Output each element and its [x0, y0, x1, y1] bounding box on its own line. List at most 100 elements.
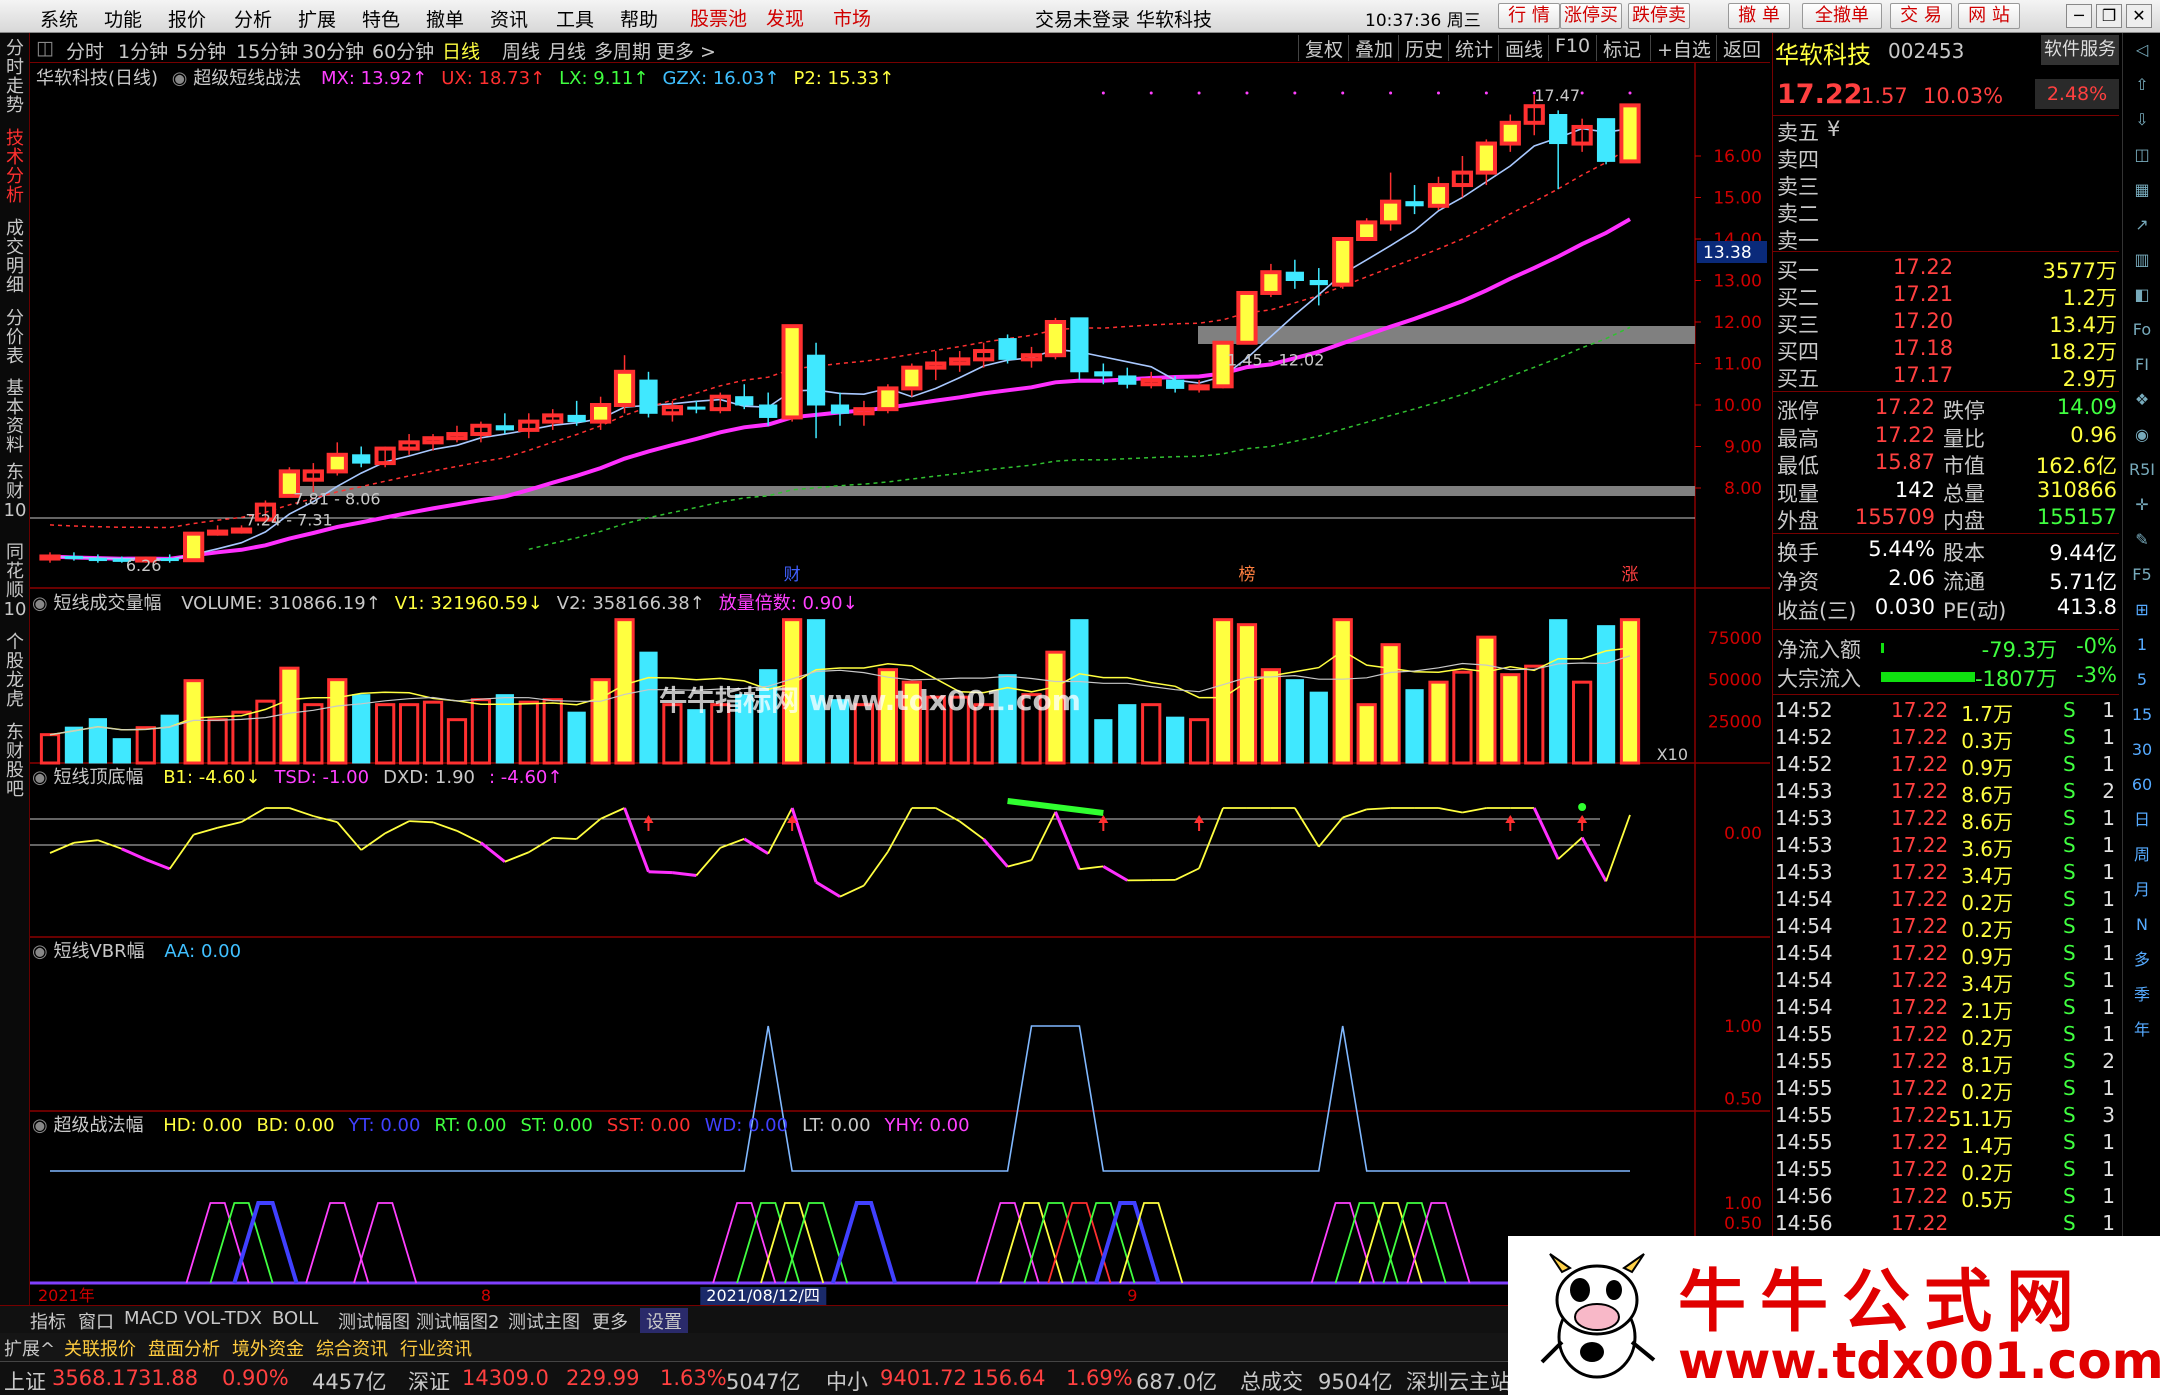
- side-tool-icon[interactable]: 多: [2129, 947, 2155, 973]
- panel-icon[interactable]: ◉: [32, 767, 48, 788]
- chart-tool-button[interactable]: 复权: [1298, 35, 1349, 61]
- left-tab[interactable]: 东财10: [2, 463, 28, 520]
- side-tool-icon[interactable]: 5: [2129, 667, 2155, 693]
- chart-tool-button[interactable]: 叠加: [1348, 35, 1399, 61]
- chart-tool-button[interactable]: 标记: [1596, 35, 1647, 61]
- menu-item[interactable]: 系统: [40, 5, 78, 32]
- menu-item[interactable]: 撤单: [426, 5, 464, 32]
- menu-item[interactable]: 帮助: [620, 5, 658, 32]
- chart-tool-button[interactable]: +自选: [1650, 35, 1717, 61]
- menu-item[interactable]: 功能: [104, 5, 142, 32]
- side-tool-icon[interactable]: 日: [2129, 807, 2155, 833]
- menu-item-red[interactable]: 市场: [833, 4, 871, 31]
- left-tab[interactable]: 技术分析: [2, 129, 28, 205]
- minimize-button[interactable]: ─: [2066, 4, 2092, 28]
- menu-item[interactable]: 资讯: [490, 5, 528, 32]
- side-tool-icon[interactable]: 1: [2129, 632, 2155, 658]
- left-tab[interactable]: 分时走势: [2, 39, 28, 115]
- period-tab[interactable]: 5分钟: [176, 37, 226, 64]
- menu-item[interactable]: 工具: [556, 5, 594, 32]
- menu-button[interactable]: 行 情: [1498, 3, 1560, 29]
- side-tool-icon[interactable]: R5I: [2129, 457, 2155, 483]
- chart-tool-button[interactable]: 返回: [1716, 35, 1767, 61]
- chart-tool-button[interactable]: 画线: [1498, 35, 1549, 61]
- menu-item-red[interactable]: 股票池: [690, 4, 747, 31]
- side-tool-icon[interactable]: F5: [2129, 562, 2155, 588]
- ask-row[interactable]: 卖四: [1777, 144, 2117, 172]
- period-tab[interactable]: 日线: [442, 37, 480, 64]
- period-tab[interactable]: 分时: [66, 37, 104, 64]
- side-tool-icon[interactable]: ❖: [2129, 387, 2155, 413]
- side-tool-icon[interactable]: N: [2129, 912, 2155, 938]
- extension-tab[interactable]: 境外资金: [232, 1335, 304, 1361]
- panel-icon[interactable]: ◉: [32, 1115, 48, 1136]
- indicator-tab[interactable]: 测试幅图: [338, 1308, 410, 1334]
- side-tool-icon[interactable]: ⇩: [2129, 107, 2155, 133]
- period-tab[interactable]: 30分钟: [302, 37, 364, 64]
- chart-tool-button[interactable]: 历史: [1398, 35, 1449, 61]
- side-tool-icon[interactable]: FI: [2129, 352, 2155, 378]
- ask-row[interactable]: 卖三: [1777, 171, 2117, 199]
- chart-tool-button[interactable]: 统计: [1448, 35, 1499, 61]
- side-tool-icon[interactable]: ▦: [2129, 177, 2155, 203]
- left-tab[interactable]: 基本资料: [2, 379, 28, 455]
- menu-item[interactable]: 报价: [168, 5, 206, 32]
- side-tool-icon[interactable]: Fo: [2129, 317, 2155, 343]
- chart-tool-button[interactable]: F10: [1548, 35, 1596, 61]
- ask-row[interactable]: 卖五 ¥: [1777, 117, 2117, 145]
- side-tool-icon[interactable]: ◉: [2129, 422, 2155, 448]
- side-tool-icon[interactable]: ▥: [2129, 247, 2155, 273]
- side-tool-icon[interactable]: 60: [2129, 772, 2155, 798]
- ad-banner[interactable]: 牛牛公式网 www.tdx001.com: [1508, 1236, 2160, 1395]
- menu-button[interactable]: 跌停卖: [1628, 3, 1690, 29]
- side-tool-icon[interactable]: ↗: [2129, 212, 2155, 238]
- restore-button[interactable]: ❐: [2096, 4, 2122, 28]
- indicator-tab[interactable]: VOL-TDX: [184, 1308, 262, 1329]
- indicator-tab[interactable]: MACD: [124, 1308, 178, 1329]
- period-tab[interactable]: 60分钟: [372, 37, 434, 64]
- period-tab[interactable]: 多周期: [594, 37, 651, 64]
- indicator-tab[interactable]: BOLL: [272, 1308, 318, 1329]
- panel-icon[interactable]: ◉: [32, 941, 48, 962]
- ask-row[interactable]: 卖一: [1777, 225, 2117, 253]
- side-tool-icon[interactable]: ◁: [2129, 37, 2155, 63]
- left-tab[interactable]: 东财股吧: [2, 723, 28, 799]
- menu-button[interactable]: 撤 单: [1728, 3, 1790, 29]
- bid-row[interactable]: 买三 17.20 13.4万: [1777, 309, 2117, 337]
- bid-row[interactable]: 买一 17.22 3577万: [1777, 255, 2117, 283]
- side-tool-icon[interactable]: 月: [2129, 877, 2155, 903]
- left-tab[interactable]: 同花顺10: [2, 543, 28, 619]
- side-tool-icon[interactable]: ◧: [2129, 282, 2155, 308]
- side-tool-icon[interactable]: ⊞: [2129, 597, 2155, 623]
- menu-item[interactable]: 分析: [234, 5, 272, 32]
- period-tab[interactable]: 周线: [502, 37, 540, 64]
- left-tab[interactable]: 个股龙虎: [2, 633, 28, 709]
- panel-icon[interactable]: ◉: [32, 593, 48, 614]
- extension-tab[interactable]: 盘面分析: [148, 1335, 220, 1361]
- panel-toggle-icon[interactable]: ◫: [36, 37, 54, 59]
- close-button[interactable]: ✕: [2126, 4, 2152, 28]
- side-tool-icon[interactable]: 季: [2129, 982, 2155, 1008]
- industry-button[interactable]: 软件服务: [2041, 35, 2119, 65]
- period-tab[interactable]: 月线: [548, 37, 586, 64]
- left-tab[interactable]: 成交明细: [2, 219, 28, 295]
- menu-item-red[interactable]: 发现: [766, 4, 804, 31]
- left-tab[interactable]: 分价表: [2, 309, 28, 366]
- side-tool-icon[interactable]: 15: [2129, 702, 2155, 728]
- side-tool-icon[interactable]: 周: [2129, 842, 2155, 868]
- ask-row[interactable]: 卖二: [1777, 198, 2117, 226]
- bid-row[interactable]: 买五 17.17 2.9万: [1777, 363, 2117, 391]
- side-tool-icon[interactable]: 30: [2129, 737, 2155, 763]
- side-tool-icon[interactable]: ✛: [2129, 492, 2155, 518]
- menu-item[interactable]: 特色: [362, 5, 400, 32]
- indicator-tab[interactable]: 设置: [640, 1308, 688, 1334]
- period-tab[interactable]: 15分钟: [236, 37, 298, 64]
- indicator-tab[interactable]: 更多: [592, 1308, 628, 1334]
- side-tool-icon[interactable]: 年: [2129, 1017, 2155, 1043]
- menu-button[interactable]: 网 站: [1958, 3, 2020, 29]
- indicator-tab[interactable]: 指标: [30, 1308, 66, 1334]
- extension-tab[interactable]: 行业资讯: [400, 1335, 472, 1361]
- bid-row[interactable]: 买四 17.18 18.2万: [1777, 336, 2117, 364]
- period-tab[interactable]: 1分钟: [118, 37, 168, 64]
- side-tool-icon[interactable]: ◫: [2129, 142, 2155, 168]
